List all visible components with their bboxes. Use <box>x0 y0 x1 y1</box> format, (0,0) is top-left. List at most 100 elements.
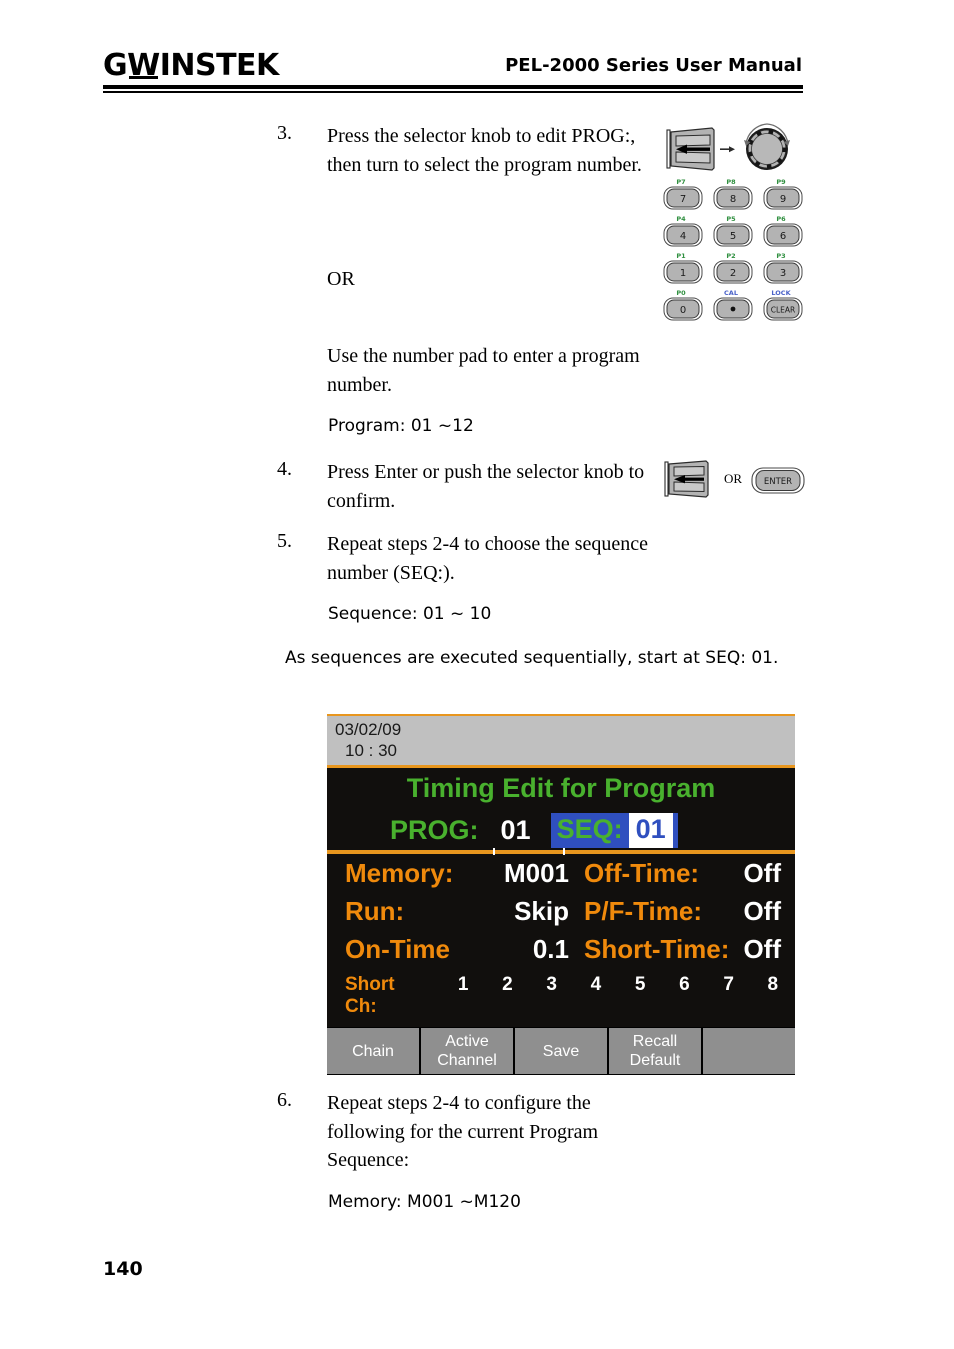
svg-text:ENTER: ENTER <box>764 477 792 487</box>
short-ch-7[interactable]: 7 <box>706 974 750 996</box>
divider-tick <box>563 848 565 855</box>
sequential-execution-note: As sequences are executed sequentially, … <box>285 648 779 668</box>
step-5-text: Repeat steps 2-4 to choose the sequence … <box>327 533 649 584</box>
softkey-empty[interactable] <box>703 1028 795 1074</box>
short-ch-3[interactable]: 3 <box>530 974 574 996</box>
svg-text:5: 5 <box>730 231 736 242</box>
key-7: P7 7 <box>663 178 703 210</box>
short-time-value[interactable]: Off <box>729 934 795 965</box>
selector-knob-and-keypad-diagram: P7 7 P8 8 P9 9 P4 4 P5 5 P6 6 P1 1 P2 2 … <box>663 123 803 321</box>
lcd-softkey-bar: Chain Active Channel Save Recall Default <box>327 1027 795 1075</box>
off-time-value[interactable]: Off <box>729 858 795 889</box>
key-3: P3 3 <box>763 252 803 284</box>
svg-text:P1: P1 <box>676 252 686 260</box>
lcd-field-row-ontime-shorttime: On-Time 0.1 Short-Time: Off <box>327 934 795 972</box>
key-6: P6 6 <box>763 215 803 247</box>
svg-text:P7: P7 <box>676 178 685 186</box>
header-rule-thin <box>103 91 803 93</box>
lcd-short-channel-row: Short Ch: 1 2 3 4 5 6 7 8 <box>327 972 795 1021</box>
use-number-pad-text: Use the number pad to enter a program nu… <box>327 345 640 396</box>
svg-text:P8: P8 <box>726 178 736 186</box>
lcd-field-row-run-pftime: Run: Skip P/F-Time: Off <box>327 896 795 934</box>
step-6-number: 6. <box>277 1089 292 1111</box>
or-separator: OR <box>327 268 355 290</box>
softkey-recall-default-line2: Default <box>629 1052 681 1069</box>
short-ch-6[interactable]: 6 <box>662 974 706 996</box>
short-ch-8[interactable]: 8 <box>751 974 795 996</box>
short-ch-5[interactable]: 5 <box>618 974 662 996</box>
svg-text:1: 1 <box>680 268 686 279</box>
memory-value[interactable]: M001 <box>473 858 569 889</box>
key-0: P0 0 <box>663 289 703 321</box>
run-value[interactable]: Skip <box>473 896 569 927</box>
logo-w-glyph: W <box>127 48 160 83</box>
svg-text:P3: P3 <box>776 252 785 260</box>
manual-title: PEL-2000 Series User Manual <box>505 55 802 76</box>
lcd-field-row-memory-offtime: Memory: M001 Off-Time: Off <box>327 858 795 896</box>
seq-value-selected[interactable]: 01 <box>628 813 678 848</box>
step-4-text: Press Enter or push the selector knob to… <box>327 461 645 512</box>
lcd-title-block: Timing Edit for Program PROG: 01 SEQ: 01 <box>327 768 795 854</box>
step-3-text: Press the selector knob to edit PROG:, t… <box>327 125 642 176</box>
instrument-lcd-screen: 03/02/09 10 : 30 Timing Edit for Program… <box>327 714 795 1075</box>
svg-text:4: 4 <box>680 231 686 242</box>
push-knob-icon <box>666 127 715 171</box>
lcd-date: 03/02/09 <box>335 720 402 739</box>
svg-text:LOCK: LOCK <box>771 289 791 297</box>
svg-text:CLEAR: CLEAR <box>771 306 796 315</box>
memory-label: Memory: <box>345 858 454 888</box>
svg-text:9: 9 <box>780 194 786 205</box>
svg-text:P6: P6 <box>776 215 786 223</box>
enter-key: ENTER <box>751 467 805 494</box>
svg-text:P2: P2 <box>726 252 735 260</box>
pf-time-value[interactable]: Off <box>729 896 795 927</box>
on-time-label: On-Time <box>345 934 450 964</box>
arrow-right-icon <box>720 146 735 153</box>
short-ch-2[interactable]: 2 <box>485 974 529 996</box>
softkey-active-channel-line1: Active <box>445 1033 489 1050</box>
svg-text:3: 3 <box>780 268 786 279</box>
key-5: P5 5 <box>713 215 753 247</box>
key-9: P9 9 <box>763 178 803 210</box>
softkey-save[interactable]: Save <box>515 1028 607 1074</box>
seq-label: SEQ: <box>550 813 629 848</box>
step-6-text: Repeat steps 2-4 to configure the follow… <box>327 1092 599 1171</box>
softkey-chain-line1: Chain <box>352 1042 394 1060</box>
svg-text:7: 7 <box>680 194 686 205</box>
svg-text:8: 8 <box>730 194 736 205</box>
lcd-prog-seq-row: PROG: 01 SEQ: 01 <box>327 813 795 848</box>
page-number: 140 <box>103 1258 143 1280</box>
softkey-recall-default[interactable]: Recall Default <box>609 1028 701 1074</box>
divider-tick <box>493 848 495 855</box>
enter-or-knob-diagram: OR ENTER <box>662 458 810 502</box>
key-4: P4 4 <box>663 215 703 247</box>
short-ch-1[interactable]: 1 <box>441 974 485 996</box>
pf-time-label: P/F-Time: <box>584 896 702 926</box>
prog-value[interactable]: 01 <box>501 815 531 846</box>
short-time-label: Short-Time: <box>584 934 730 964</box>
svg-text:P9: P9 <box>776 178 786 186</box>
on-time-value[interactable]: 0.1 <box>473 934 569 965</box>
lcd-divider-with-ticks <box>327 848 795 855</box>
step-5-number: 5. <box>277 530 292 552</box>
svg-text:P4: P4 <box>676 215 686 223</box>
svg-text:2: 2 <box>730 268 736 279</box>
key-1: P1 1 <box>663 252 703 284</box>
step-4: 4. Press Enter or push the selector knob… <box>277 458 657 515</box>
key-decimal-cal: CAL <box>713 289 753 321</box>
sequence-range-note: Sequence: 01 ~ 10 <box>328 604 492 624</box>
softkey-active-channel-line2: Channel <box>437 1052 497 1069</box>
header-rule-thick <box>103 85 803 89</box>
step-5: 5. Repeat steps 2-4 to choose the sequen… <box>277 530 657 587</box>
or-label-graphic: OR <box>724 471 742 486</box>
softkey-active-channel[interactable]: Active Channel <box>421 1028 513 1074</box>
brand-logo: GWINSTEK <box>103 48 279 83</box>
key-8: P8 8 <box>713 178 753 210</box>
short-ch-label: Short Ch: <box>345 974 395 1017</box>
softkey-save-line1: Save <box>542 1042 580 1060</box>
lcd-time: 10 : 30 <box>345 741 397 760</box>
key-clear-lock: LOCK CLEAR <box>763 289 803 321</box>
rotary-knob-icon <box>744 123 790 170</box>
softkey-chain[interactable]: Chain <box>327 1028 419 1074</box>
short-ch-4[interactable]: 4 <box>574 974 618 996</box>
